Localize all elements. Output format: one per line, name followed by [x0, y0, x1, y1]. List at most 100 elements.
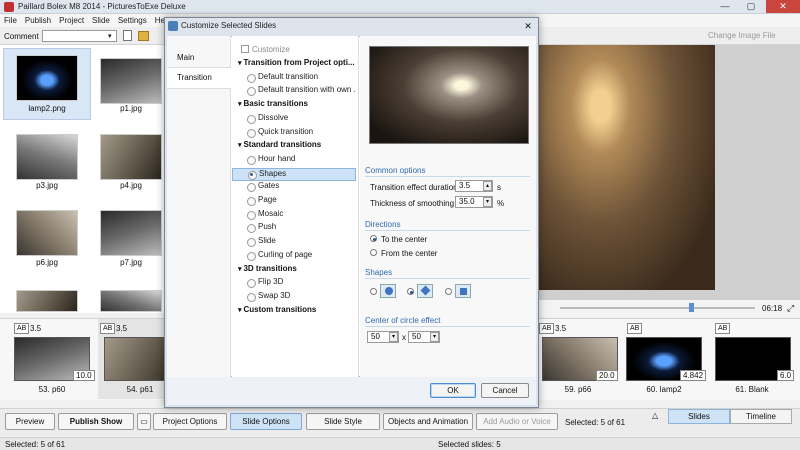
status-selected: Selected: 5 of 61: [5, 440, 66, 449]
shapes-heading: Shapes: [365, 268, 393, 277]
minimize-icon[interactable]: —: [712, 0, 738, 13]
add-audio-button[interactable]: Add Audio or Voice: [476, 413, 558, 430]
slide-60[interactable]: AB 4.842 60. lamp2: [624, 319, 714, 399]
file-label: p3.jpg: [36, 181, 58, 190]
menu-file[interactable]: File: [4, 16, 17, 25]
transition-option[interactable]: Swap 3D: [232, 291, 356, 304]
nav-transition[interactable]: Transition: [167, 67, 231, 89]
comment-input[interactable]: [42, 30, 117, 42]
shape-square-radio[interactable]: [445, 288, 452, 295]
transition-option[interactable]: Push: [232, 222, 356, 235]
project-options-button[interactable]: Project Options: [153, 413, 227, 430]
file-thumb-p1[interactable]: [100, 58, 162, 104]
scrub-track[interactable]: [560, 307, 755, 309]
screen-icon[interactable]: ▭: [137, 413, 151, 430]
tab-timeline[interactable]: Timeline: [730, 409, 792, 424]
slide-duration: 10.0: [73, 370, 95, 381]
smoothing-dropdown-icon[interactable]: ▾: [483, 197, 492, 207]
slide-label: 53. p60: [38, 385, 66, 394]
circle-shape-icon[interactable]: [380, 284, 396, 298]
transition-duration: 3.5: [555, 324, 567, 333]
open-folder-icon[interactable]: [138, 31, 149, 41]
transition-group[interactable]: Basic transitions: [232, 99, 356, 112]
app-title: Paillard Bolex M8 2014 - PicturesToExe D…: [18, 2, 186, 11]
smoothing-label: Thickness of smoothing lin: [370, 199, 465, 208]
transition-option[interactable]: Hour hand: [232, 154, 356, 167]
menu-publish[interactable]: Publish: [25, 16, 51, 25]
file-thumb-partial[interactable]: [100, 290, 162, 312]
slide-options-button[interactable]: Slide Options: [230, 413, 302, 430]
file-label: p6.jpg: [36, 258, 58, 267]
shape-diamond-radio[interactable]: [407, 288, 414, 295]
selected-count: Selected: 5 of 61: [565, 418, 626, 427]
fullscreen-icon[interactable]: ⤢: [787, 303, 794, 314]
transition-option[interactable]: Flip 3D: [232, 277, 356, 290]
to-center-label: To the center: [381, 235, 428, 244]
transition-option[interactable]: Page: [232, 195, 356, 208]
tab-slides[interactable]: Slides: [668, 409, 730, 424]
shape-circle-radio[interactable]: [370, 288, 377, 295]
customize-checkbox[interactable]: [241, 45, 249, 53]
file-thumb-lamp2[interactable]: [16, 55, 78, 101]
transition-group[interactable]: Transition from Project opti...: [232, 58, 356, 71]
transition-group[interactable]: 3D transitions: [232, 264, 356, 277]
preview-margin: [715, 45, 755, 290]
transition-group[interactable]: Standard transitions: [232, 140, 356, 153]
close-app-icon[interactable]: ✕: [766, 0, 800, 13]
transition-option[interactable]: Default transition with own ...: [232, 85, 356, 98]
slide-duration: 20.0: [596, 370, 618, 381]
divider: [365, 278, 530, 279]
status-bar: Selected: 5 of 61 Selected slides: 5: [0, 437, 800, 450]
file-thumb-p6[interactable]: [16, 210, 78, 256]
slide-59[interactable]: AB 3.5 20.0 59. p66: [536, 319, 626, 399]
menu-project[interactable]: Project: [59, 16, 84, 25]
slide-53[interactable]: AB 3.5 10.0 53. p60: [0, 319, 95, 399]
transition-duration: 3.5: [116, 324, 128, 333]
square-shape-icon[interactable]: [455, 284, 471, 298]
duration-stepper[interactable]: ▴: [483, 181, 492, 191]
new-file-icon[interactable]: [123, 30, 132, 41]
change-image-button[interactable]: Change Image File: [708, 31, 776, 40]
dialog-title-bar: Customize Selected Slides: [164, 17, 539, 35]
slide-style-button[interactable]: Slide Style: [306, 413, 380, 430]
ok-button[interactable]: OK: [430, 383, 476, 398]
common-options-heading: Common options: [365, 166, 426, 175]
diamond-shape-icon[interactable]: [417, 284, 433, 298]
file-thumb-p3[interactable]: [16, 134, 78, 180]
center-separator: x: [402, 333, 406, 342]
menu-slide[interactable]: Slide: [92, 16, 110, 25]
publish-show-button[interactable]: Publish Show: [58, 413, 134, 430]
ab-badge: AB: [14, 323, 30, 334]
menu-settings[interactable]: Settings: [118, 16, 147, 25]
from-center-radio[interactable]: [370, 249, 377, 256]
divider: [365, 230, 530, 231]
chevron-down-icon[interactable]: ▾: [108, 32, 112, 40]
warning-icon: △: [652, 411, 659, 420]
transition-option[interactable]: Shapes: [232, 167, 356, 181]
transition-option[interactable]: Default transition: [232, 72, 356, 85]
close-icon[interactable]: ✕: [521, 20, 535, 32]
transition-option[interactable]: Curling of page: [232, 250, 356, 263]
transition-option[interactable]: Slide: [232, 236, 356, 249]
transition-option[interactable]: Dissolve: [232, 113, 356, 126]
slide-61[interactable]: AB 6.0 61. Blank: [712, 319, 800, 399]
maximize-icon[interactable]: ▢: [738, 0, 764, 13]
transition-option[interactable]: Mosaic: [232, 209, 356, 222]
preview-button[interactable]: Preview: [5, 413, 55, 430]
cancel-button[interactable]: Cancel: [481, 383, 529, 398]
file-thumb-partial[interactable]: [16, 290, 78, 312]
transition-group[interactable]: Custom transitions: [232, 305, 356, 318]
from-center-label: From the center: [381, 249, 438, 258]
to-center-radio[interactable]: [370, 235, 377, 242]
objects-animation-button[interactable]: Objects and Animation: [383, 413, 473, 430]
transition-option[interactable]: Quick transition: [232, 127, 356, 140]
transition-option[interactable]: Gates: [232, 181, 356, 194]
center-y-dropdown-icon[interactable]: ▾: [430, 332, 439, 342]
file-thumb-p7[interactable]: [100, 210, 162, 256]
scrub-handle[interactable]: [688, 303, 694, 312]
ab-badge: AB: [539, 323, 555, 334]
comment-label: Comment: [4, 32, 39, 41]
status-selected-slides: Selected slides: 5: [438, 440, 501, 449]
center-x-dropdown-icon[interactable]: ▾: [389, 332, 398, 342]
file-thumb-p4[interactable]: [100, 134, 162, 180]
